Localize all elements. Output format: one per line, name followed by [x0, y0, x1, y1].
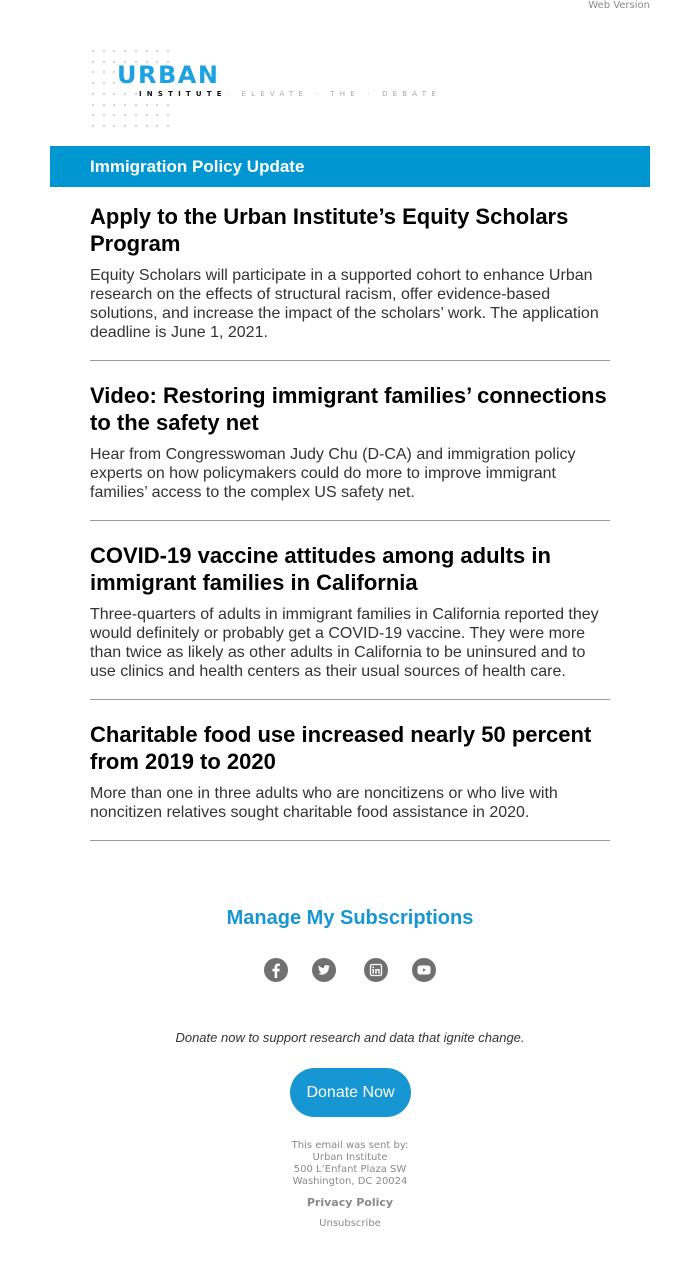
article-title-link[interactable]: COVID-19 vaccine attitudes among adults …: [90, 543, 551, 595]
logo-dot: [166, 114, 169, 117]
social-links: [0, 958, 700, 982]
logo-dot: [102, 124, 105, 127]
logo-tagline-text: · ELEVATE · THE · DEBATE: [226, 90, 441, 98]
youtube-link[interactable]: [412, 958, 436, 982]
logo-dot: [134, 103, 137, 106]
web-version-link[interactable]: Web Version: [588, 0, 650, 12]
logo-institute: INSTITUTE: [139, 90, 227, 98]
logo-dot: [92, 50, 94, 52]
logo-dot: [113, 103, 116, 106]
facebook-link[interactable]: [264, 958, 288, 982]
logo-dot: [124, 114, 127, 117]
article-title-link[interactable]: Apply to the Urban Institute’s Equity Sc…: [90, 204, 568, 256]
newsletter-title: Immigration Policy Update: [90, 157, 305, 176]
logo-dot: [156, 50, 159, 52]
article-list: Apply to the Urban Institute’s Equity Sc…: [90, 203, 610, 862]
unsubscribe-link[interactable]: Unsubscribe: [319, 1218, 381, 1230]
logo-dot: [102, 114, 105, 117]
linkedin-icon: [369, 963, 383, 977]
article-summary: Three-quarters of adults in immigrant fa…: [90, 606, 599, 680]
logo-dot: [134, 50, 137, 52]
article-title: Video: Restoring immigrant families’ con…: [90, 382, 610, 436]
logo-dot: [102, 92, 105, 95]
logo-dot: [145, 50, 148, 52]
logo-dot: [124, 92, 127, 95]
article-item: Charitable food use increased nearly 50 …: [90, 721, 610, 841]
logo-dot: [113, 124, 116, 127]
facebook-icon: [272, 963, 280, 978]
donate-prompt: Donate now to support research and data …: [175, 1030, 525, 1045]
logo-dot: [124, 50, 127, 52]
privacy-policy-link[interactable]: Privacy Policy: [307, 1196, 393, 1210]
logo-dot: [156, 103, 159, 106]
logo-dot: [102, 103, 105, 106]
logo-dot: [134, 114, 137, 117]
logo-dot: [134, 124, 137, 127]
logo-dot: [92, 103, 94, 106]
manage-subscriptions-link[interactable]: Manage My Subscriptions: [227, 907, 474, 929]
logo-dot: [124, 103, 127, 106]
youtube-icon: [417, 965, 431, 975]
linkedin-link[interactable]: [364, 958, 388, 982]
article-summary: Hear from Congresswoman Judy Chu (D-CA) …: [90, 446, 576, 501]
logo-dot: [113, 71, 116, 74]
logo-dot: [113, 114, 116, 117]
logo-dot: [102, 82, 105, 85]
logo-dot: [145, 103, 148, 106]
article-item: Apply to the Urban Institute’s Equity Sc…: [90, 203, 610, 361]
urban-institute-logo[interactable]: URBAN INSTITUTE· ELEVATE · THE · DEBATE: [88, 46, 441, 132]
logo-dot: [92, 114, 94, 117]
article-title-link[interactable]: Charitable food use increased nearly 50 …: [90, 722, 591, 774]
logo-dot: [92, 124, 94, 127]
logo-dot: [102, 71, 105, 74]
logo-dot: [166, 124, 169, 127]
article-summary: Equity Scholars will participate in a su…: [90, 267, 599, 341]
logo-dot: [145, 114, 148, 117]
logo-dot: [92, 82, 94, 85]
logo-dot: [102, 60, 105, 63]
logo-dot: [113, 50, 116, 52]
logo-dot: [113, 82, 116, 85]
logo-dot: [92, 71, 94, 74]
article-item: Video: Restoring immigrant families’ con…: [90, 382, 610, 521]
logo-dot: [92, 92, 94, 95]
logo-dot: [166, 103, 169, 106]
logo-dot: [102, 50, 105, 52]
logo-dot: [92, 60, 94, 63]
newsletter-banner: Immigration Policy Update: [50, 146, 650, 187]
donate-now-button[interactable]: Donate Now: [290, 1068, 411, 1117]
sender-address-line2: Washington, DC 20024: [292, 1176, 408, 1187]
logo-dot: [113, 92, 116, 95]
logo-dot: [124, 124, 127, 127]
article-summary: More than one in three adults who are no…: [90, 785, 558, 821]
article-item: COVID-19 vaccine attitudes among adults …: [90, 542, 610, 700]
manage-subscriptions: Manage My Subscriptions: [0, 906, 700, 930]
sender-org: Urban Institute: [312, 1152, 388, 1163]
logo-tagline: INSTITUTE· ELEVATE · THE · DEBATE: [139, 90, 441, 99]
logo-dot: [156, 124, 159, 127]
logo-dot: [145, 124, 148, 127]
email-footer: This email was sent by: Urban Institute …: [0, 1140, 700, 1230]
article-title: Apply to the Urban Institute’s Equity Sc…: [90, 203, 610, 257]
logo-dot: [134, 92, 137, 95]
logo-dot: [166, 50, 169, 52]
twitter-link[interactable]: [312, 958, 336, 982]
article-title-link[interactable]: Video: Restoring immigrant families’ con…: [90, 383, 607, 435]
twitter-icon: [318, 965, 330, 975]
sender-address-line1: 500 L’Enfant Plaza SW: [293, 1164, 407, 1175]
article-title: Charitable food use increased nearly 50 …: [90, 721, 610, 775]
sent-by-label: This email was sent by:: [291, 1140, 409, 1151]
logo-wordmark: URBAN: [117, 61, 222, 89]
logo-dot: [156, 114, 159, 117]
article-title: COVID-19 vaccine attitudes among adults …: [90, 542, 610, 596]
logo-dot: [113, 60, 116, 63]
